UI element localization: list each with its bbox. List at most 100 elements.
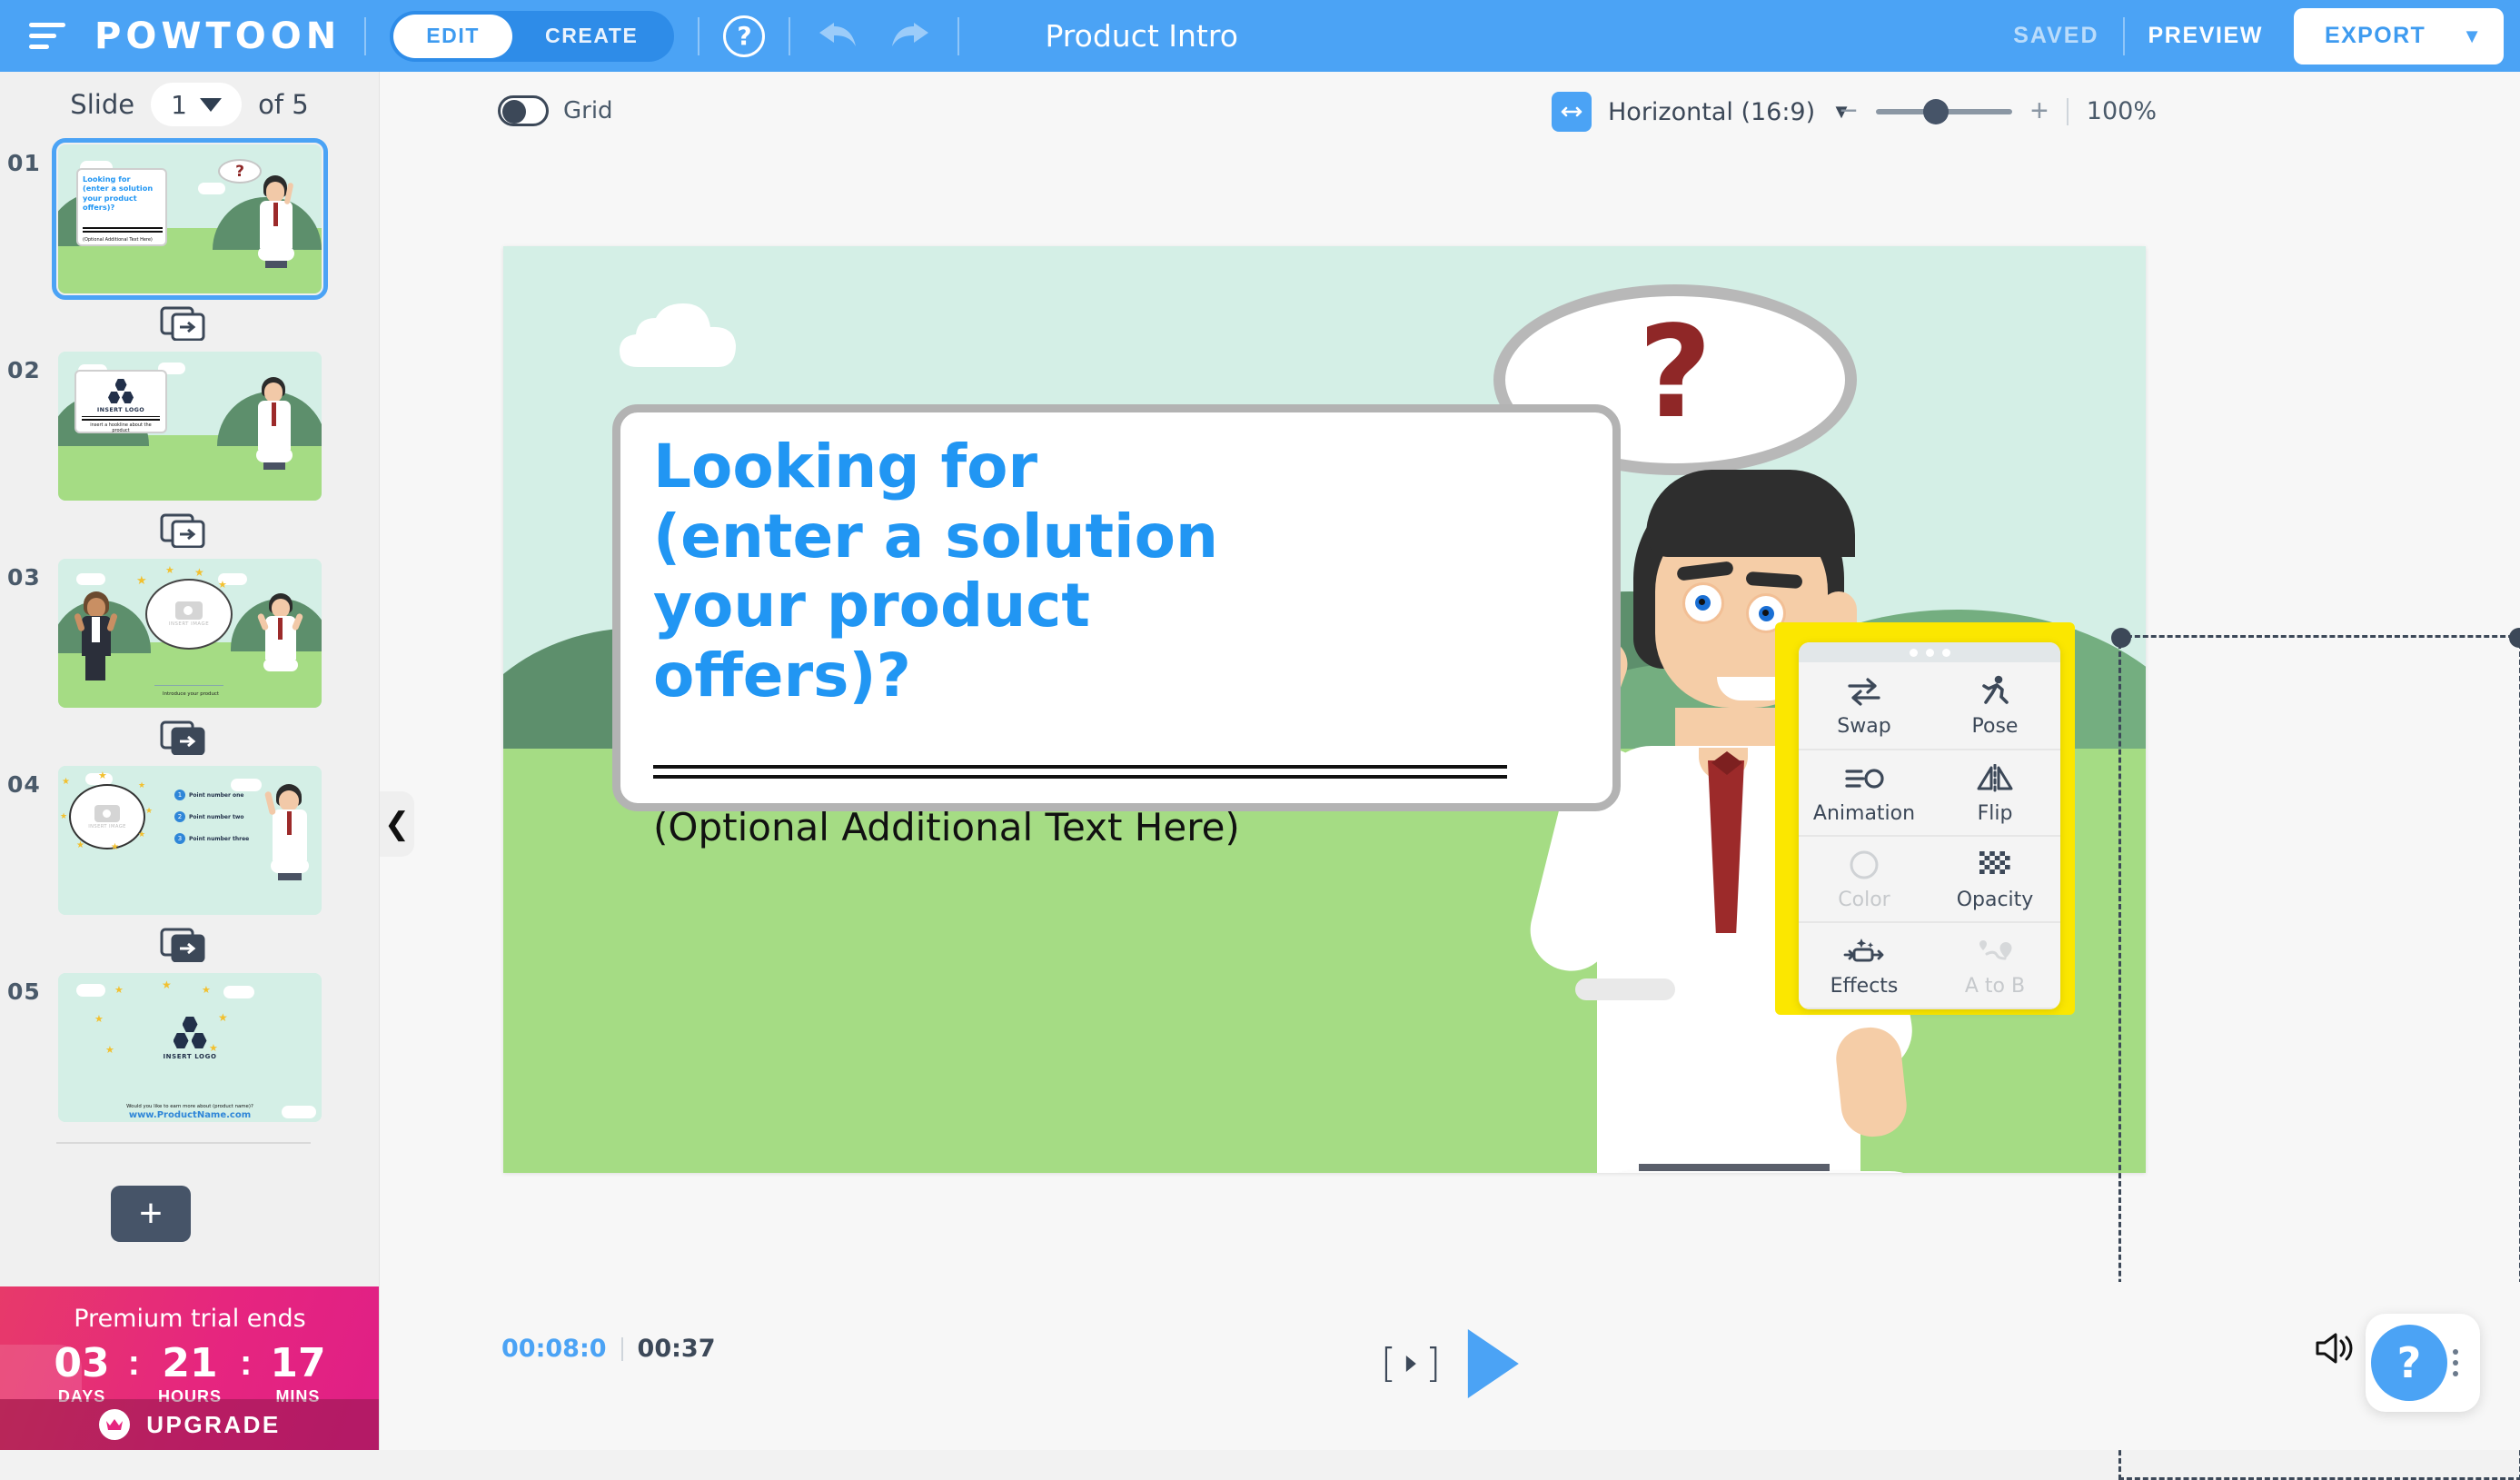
slide-word-label: Slide: [70, 89, 135, 120]
thumb-title: INSERT IMAGE: [88, 823, 126, 829]
upgrade-button[interactable]: UPGRADE: [0, 1399, 379, 1450]
zoom-out-button[interactable]: −: [1840, 95, 1858, 126]
thumb-title: Looking for (enter a solution your produ…: [83, 174, 154, 212]
tab-create[interactable]: CREATE: [512, 15, 670, 58]
slide-thumbnail-2[interactable]: INSERT LOGO insert a hookline about the …: [58, 352, 322, 501]
help-question-icon[interactable]: ?: [723, 15, 766, 57]
zoom-control: − + 100%: [1840, 95, 2157, 126]
divider: [698, 16, 700, 55]
drag-handle-icon[interactable]: [1799, 642, 2060, 662]
divider: [56, 1142, 311, 1144]
a-to-b-path-icon: [1975, 933, 2015, 969]
tool-arrange[interactable]: Arrange: [1799, 1008, 1930, 1009]
list-item[interactable]: 01 ? Looking for (enter a solution your …: [0, 138, 379, 300]
list-item[interactable]: 05 INSERT LOGO ★ ★ ★ ★ ★ ★ ★ Would you l…: [0, 973, 379, 1122]
zoom-in-button[interactable]: +: [2030, 95, 2049, 126]
slides-sidebar: Slide 1 of 5 01 ? Looking for (enter a s…: [0, 72, 380, 1450]
canvas-stage: ❮ ? Looking for (enter a solution your p…: [380, 155, 2520, 1480]
orientation-selector[interactable]: Horizontal (16:9) ▼: [1552, 92, 1851, 132]
slide-count-label: of 5: [258, 89, 309, 120]
slide-thumbnail-3[interactable]: INSERT IMAGE ★ ★ ★ ★ Introduce your prod…: [58, 559, 322, 708]
effects-sparkle-icon: [1843, 933, 1885, 969]
text-card[interactable]: Looking for (enter a solution your produ…: [612, 404, 1621, 849]
preview-button[interactable]: PREVIEW: [2148, 23, 2264, 49]
tool-flip[interactable]: Flip: [1930, 749, 2060, 835]
running-person-icon: [1979, 673, 2010, 710]
slide-transition-icon[interactable]: [157, 926, 208, 964]
sidebar-collapse-button[interactable]: ❮: [380, 791, 414, 857]
export-button[interactable]: EXPORT ▼: [2294, 7, 2504, 65]
tool-animation[interactable]: Animation: [1799, 749, 1930, 835]
tool-color[interactable]: Color: [1799, 835, 1930, 921]
slide-index-label: 01: [7, 150, 41, 176]
cloud-shape: [620, 296, 756, 378]
slide-thumbnail-4[interactable]: INSERT IMAGE ★ ★ ★ ★ ★ ★ ★ ★ 1 Point numb…: [58, 766, 322, 915]
zoom-slider-handle[interactable]: [1922, 98, 1949, 124]
document-title[interactable]: Product Intro: [1045, 18, 1237, 54]
slide-number-dropdown[interactable]: 1: [151, 83, 243, 126]
horizontal-arrows-icon: [1552, 92, 1592, 132]
countdown-colon: :: [127, 1343, 140, 1383]
slide-transition-icon[interactable]: [157, 304, 208, 343]
list-item[interactable]: 02 INSERT LOGO insert a hookline about t…: [0, 352, 379, 501]
slide-transition-icon[interactable]: [157, 719, 208, 757]
tool-a-to-b[interactable]: A to B: [1930, 921, 2060, 1008]
divider: [2066, 97, 2069, 125]
powtoon-logo: POWTOON: [94, 15, 342, 57]
thumb-title: INSERT IMAGE: [168, 621, 210, 627]
slide-index-label: 05: [7, 978, 41, 1005]
slide-thumbnail-1[interactable]: ? Looking for (enter a solution your pro…: [52, 138, 328, 300]
hamburger-menu-icon[interactable]: [29, 22, 69, 51]
tool-pose[interactable]: Pose: [1930, 662, 2060, 749]
help-question-icon[interactable]: ?: [2371, 1325, 2447, 1401]
play-icon[interactable]: [1468, 1329, 1520, 1398]
list-item[interactable]: 03 INSERT IMAGE ★ ★ ★ ★ Introduce your p…: [0, 559, 379, 708]
countdown-hours-value: 21: [162, 1340, 218, 1386]
tab-edit[interactable]: EDIT: [393, 14, 513, 58]
slide-thumbnail-5[interactable]: INSERT LOGO ★ ★ ★ ★ ★ ★ ★ Would you like…: [58, 973, 322, 1122]
chevron-left-icon: ❮: [383, 807, 411, 841]
slide-navigator: Slide 1 of 5: [0, 72, 379, 137]
undo-redo-group: [814, 17, 934, 55]
editor-main-area: Grid Horizontal (16:9) ▼ − + 100% ❮ ? Lo…: [380, 72, 2520, 1480]
redo-arrow-icon[interactable]: [887, 17, 934, 55]
toggle-switch[interactable]: [498, 95, 549, 126]
tool-swap[interactable]: Swap: [1799, 662, 1930, 749]
step-frame-icon[interactable]: [ ]: [1381, 1344, 1441, 1384]
edit-create-toggle[interactable]: EDIT CREATE: [390, 10, 675, 62]
tool-effects[interactable]: Effects: [1799, 921, 1930, 1008]
checkerboard-icon: [1979, 847, 2010, 883]
chevron-down-icon[interactable]: ▼: [2462, 25, 2482, 48]
thumb-sub: (Optional Additional Text Here): [83, 237, 153, 243]
more-vertical-icon[interactable]: [2453, 1349, 2458, 1376]
grid-toggle[interactable]: Grid: [498, 95, 613, 126]
list-item[interactable]: 04 INSERT IMAGE ★ ★ ★ ★ ★ ★ ★ ★ 1 Point n…: [0, 766, 379, 915]
slide-index-label: 02: [7, 357, 41, 383]
zoom-slider[interactable]: [1875, 98, 2012, 124]
add-slide-button[interactable]: +: [111, 1186, 191, 1242]
selection-handle-top-right[interactable]: [2509, 628, 2520, 648]
premium-title: Premium trial ends: [74, 1305, 306, 1333]
thumb-title: INSERT LOGO: [163, 1053, 217, 1060]
plus-icon: +: [139, 1191, 163, 1237]
canvas-control-bar: Grid Horizontal (16:9) ▼ − + 100%: [380, 72, 2520, 155]
premium-trial-banner: Premium trial ends 03 DAYS : 21 HOURS : …: [0, 1286, 379, 1450]
current-slide-number: 1: [171, 89, 187, 120]
color-circle-icon: [1849, 847, 1880, 883]
slide-thumbnail-list: 01 ? Looking for (enter a solution your …: [0, 137, 379, 1242]
crown-icon: [99, 1409, 131, 1440]
powtoon-watermark: CREATED USING POWTOON: [1580, 1171, 1943, 1173]
thumb-sub: Introduce your product: [163, 691, 219, 697]
tool-link[interactable]: Link: [1930, 1008, 2060, 1009]
tool-label: Color: [1838, 889, 1890, 911]
slide-transition-icon[interactable]: [157, 512, 208, 550]
thumb-title: INSERT LOGO: [96, 406, 145, 413]
divider: [620, 1336, 623, 1361]
speaker-on-icon[interactable]: [2312, 1329, 2361, 1372]
undo-arrow-icon[interactable]: [814, 17, 861, 55]
text-card-title: Looking for (enter a solution your produ…: [653, 432, 1219, 710]
top-bar-right-group: SAVED PREVIEW EXPORT ▼: [2013, 0, 2520, 72]
tool-opacity[interactable]: Opacity: [1930, 835, 2060, 921]
help-fab: ?: [2366, 1314, 2480, 1412]
tool-label: Animation: [1812, 802, 1916, 825]
